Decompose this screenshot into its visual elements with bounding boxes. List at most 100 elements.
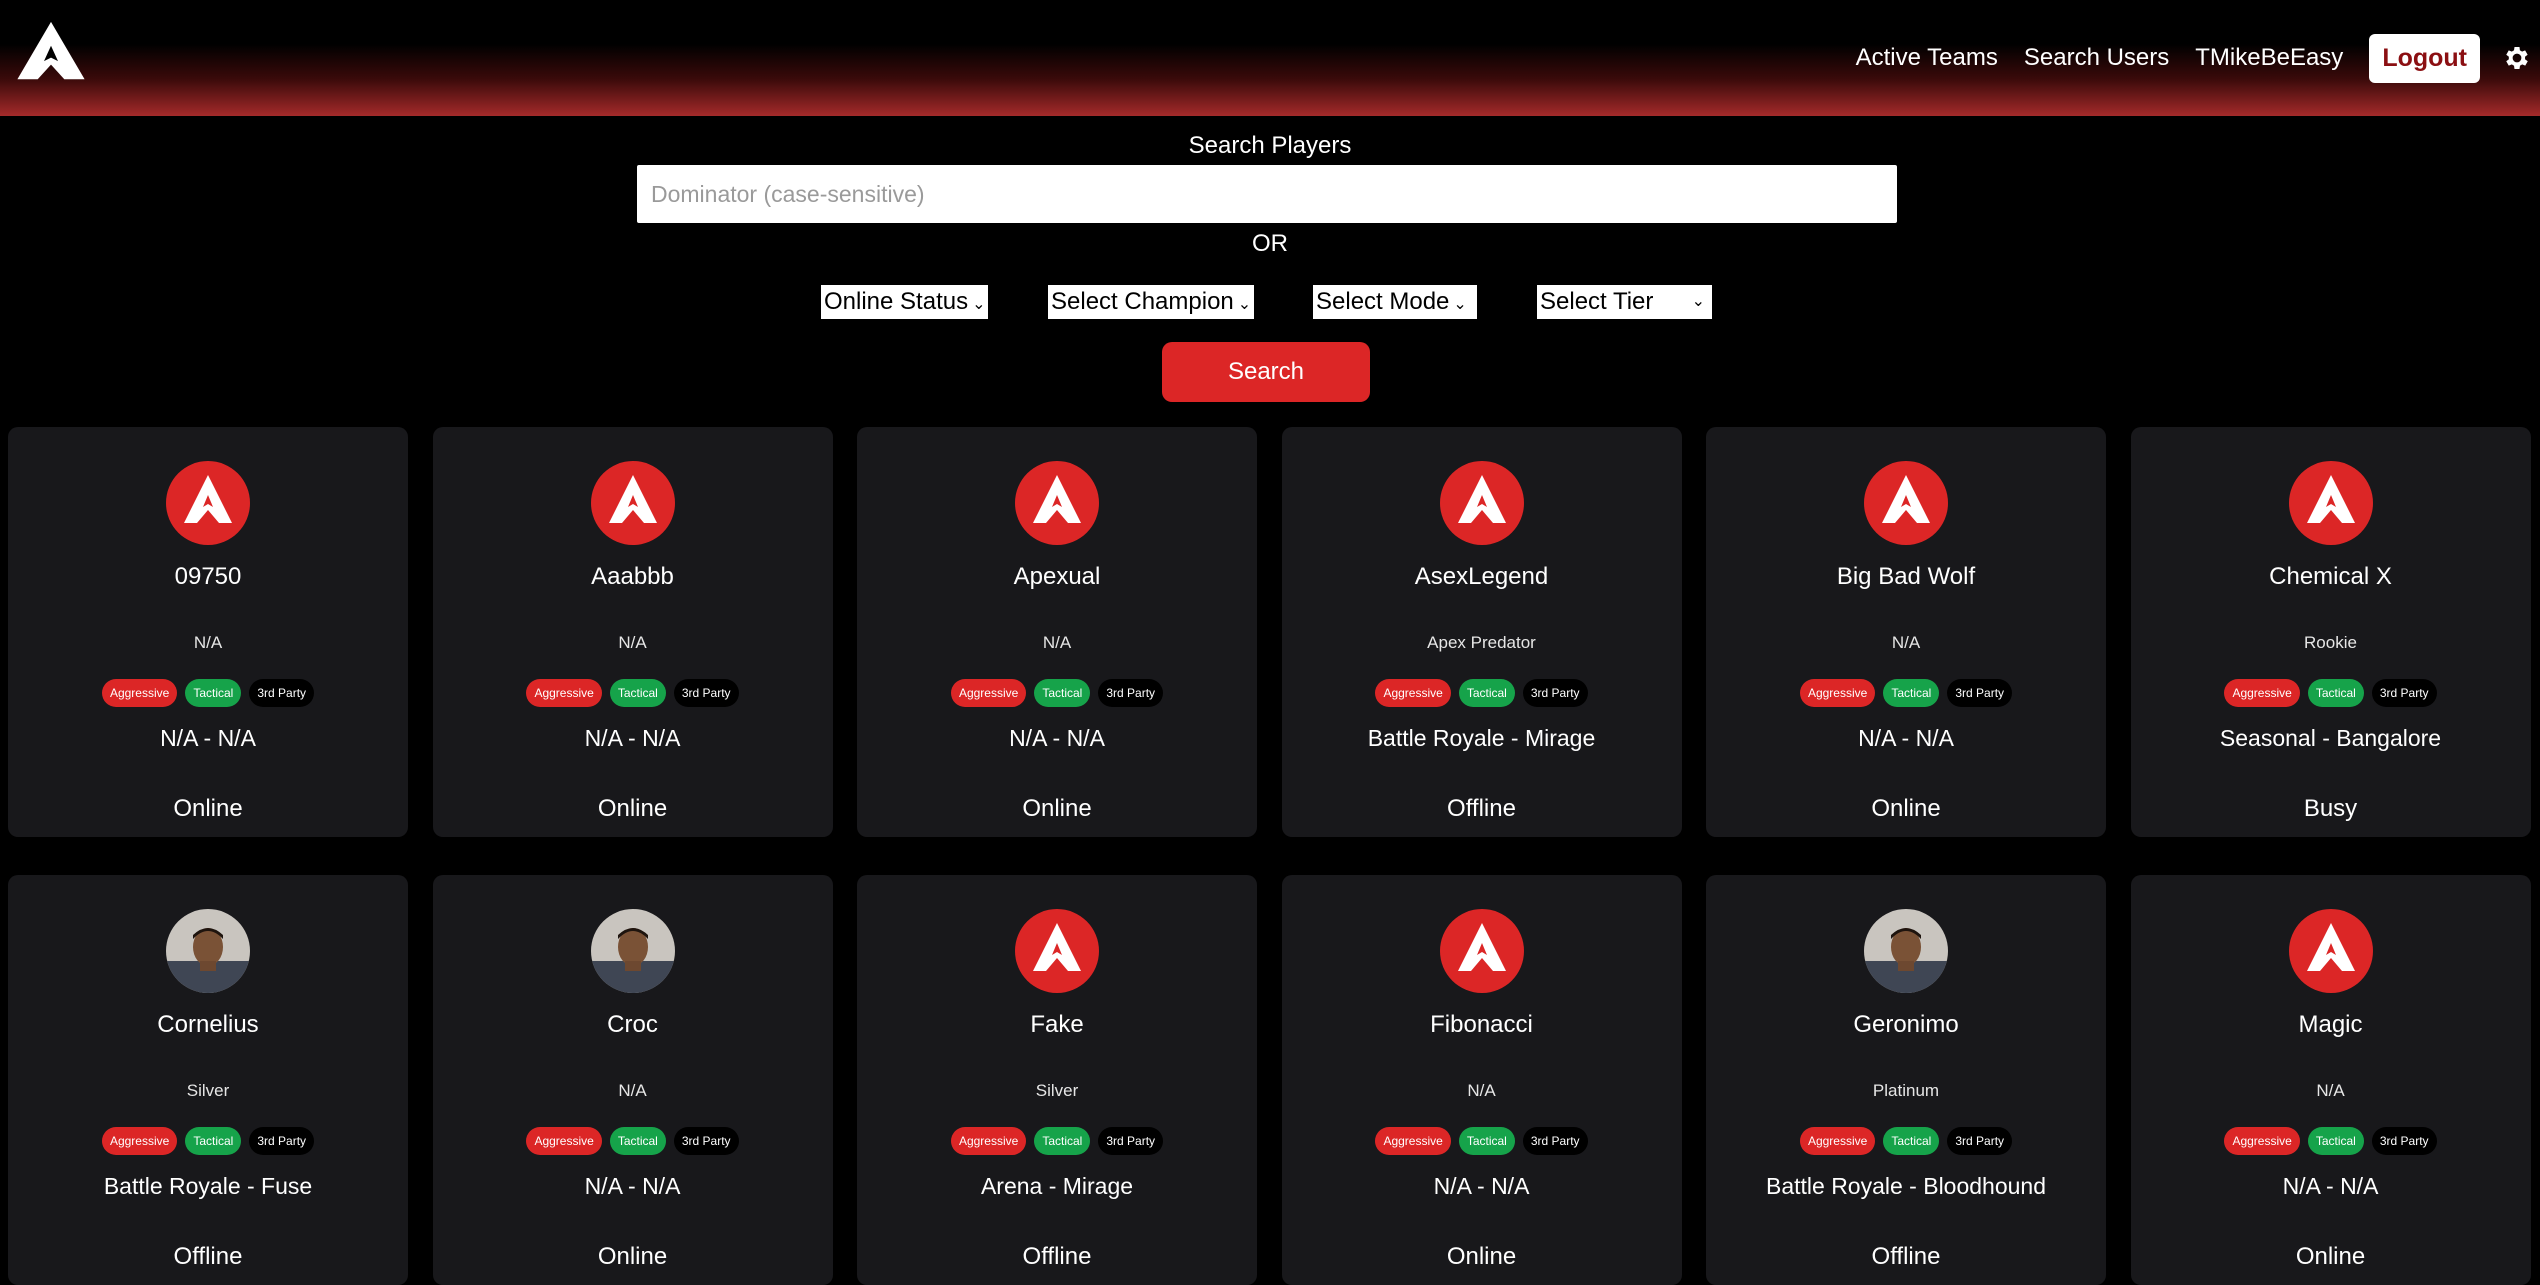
tag-tactical: Tactical bbox=[185, 679, 242, 707]
player-tier: N/A bbox=[1891, 633, 1921, 652]
nav-link-active-teams[interactable]: Active Teams bbox=[1856, 44, 1998, 72]
player-card[interactable]: Croc N/A Aggressive Tactical 3rd Party N/A - … bbox=[432, 875, 833, 1285]
apex-logo-icon bbox=[2288, 909, 2373, 993]
player-card[interactable]: Geronimo Platinum Aggressive Tactical 3rd Pa… bbox=[1706, 875, 2106, 1285]
tag-third-party: 3rd Party bbox=[1947, 679, 2013, 707]
player-status: Online bbox=[1022, 795, 1092, 822]
apex-logo-icon bbox=[1864, 461, 1948, 545]
apex-logo-icon bbox=[166, 461, 250, 545]
tag-third-party: 3rd Party bbox=[249, 679, 315, 707]
champion-select-label: Select Champion bbox=[1051, 288, 1234, 315]
player-card[interactable]: Cornelius Silver Aggressive Tactical 3rd Par… bbox=[8, 875, 408, 1285]
player-card[interactable]: Apexual N/A Aggressive Tactical 3rd Party N/A… bbox=[857, 427, 1257, 837]
gear-icon[interactable] bbox=[2502, 43, 2532, 73]
playstyle-tags: Aggressive Tactical 3rd Party bbox=[2131, 1127, 2531, 1155]
champion-select[interactable]: Select Champion ⌄ bbox=[1048, 285, 1254, 319]
player-status: Offline bbox=[1022, 1243, 1092, 1270]
player-name: Aaabbb bbox=[591, 563, 674, 590]
player-name: Apexual bbox=[1013, 563, 1101, 590]
player-status: Busy bbox=[2303, 795, 2358, 822]
online-status-select[interactable]: Online Status ⌄ bbox=[821, 285, 988, 319]
player-mode-legend: Battle Royale - Mirage bbox=[1367, 725, 1596, 751]
playstyle-tags: Aggressive Tactical 3rd Party bbox=[433, 1127, 833, 1155]
player-tier: Silver bbox=[1035, 1081, 1079, 1100]
tag-tactical: Tactical bbox=[1458, 1127, 1515, 1155]
player-status: Online bbox=[1446, 1243, 1517, 1270]
tag-tactical: Tactical bbox=[1883, 679, 1940, 707]
apex-logo[interactable] bbox=[16, 20, 86, 84]
chevron-down-icon: ⌄ bbox=[1691, 293, 1705, 310]
player-name: Fibonacci bbox=[1430, 1011, 1533, 1038]
tag-aggressive: Aggressive bbox=[1799, 1127, 1876, 1155]
tag-tactical: Tactical bbox=[2307, 1127, 2364, 1155]
player-mode-legend: N/A - N/A bbox=[584, 725, 681, 751]
player-card[interactable]: Aaabbb N/A Aggressive Tactical 3rd Party N/A … bbox=[432, 427, 833, 837]
nav-link-profile[interactable]: TMikeBeEasy bbox=[2195, 44, 2343, 72]
player-card[interactable]: AsexLegend Apex Predator Aggressive Tactica… bbox=[1281, 427, 1682, 837]
player-tier: N/A bbox=[618, 1081, 647, 1100]
nav-link-search-users[interactable]: Search Users bbox=[2024, 44, 2169, 72]
playstyle-tags: Aggressive Tactical 3rd Party bbox=[433, 679, 833, 707]
player-mode-legend: Battle Royale - Bloodhound bbox=[1765, 1173, 2047, 1199]
playstyle-tags: Aggressive Tactical 3rd Party bbox=[8, 679, 408, 707]
player-card[interactable]: Fake Silver Aggressive Tactical 3rd Party Are… bbox=[857, 875, 1257, 1285]
player-name: Chemical X bbox=[2269, 563, 2392, 590]
logout-button[interactable]: Logout bbox=[2369, 33, 2480, 83]
tag-third-party: 3rd Party bbox=[673, 1127, 739, 1155]
mode-select[interactable]: Select Mode ⌄ bbox=[1313, 285, 1477, 319]
player-tier: N/A bbox=[193, 633, 223, 652]
player-mode-legend: N/A - N/A bbox=[2282, 1173, 2379, 1199]
tag-tactical: Tactical bbox=[1883, 1127, 1940, 1155]
tag-tactical: Tactical bbox=[1034, 679, 1091, 707]
player-status: Online bbox=[597, 1243, 668, 1270]
playstyle-tags: Aggressive Tactical 3rd Party bbox=[857, 1127, 1257, 1155]
or-separator: OR bbox=[1252, 230, 1288, 257]
chevron-down-icon: ⌄ bbox=[1237, 296, 1252, 313]
chevron-down-icon: ⌄ bbox=[1453, 296, 1467, 313]
user-avatar bbox=[1864, 909, 1948, 993]
apex-logo-icon bbox=[2288, 461, 2373, 545]
tag-aggressive: Aggressive bbox=[1375, 1127, 1451, 1155]
playstyle-tags: Aggressive Tactical 3rd Party bbox=[857, 679, 1257, 707]
chevron-down-icon: ⌄ bbox=[972, 296, 986, 313]
player-tier: N/A bbox=[1467, 1081, 1496, 1100]
player-name: Cornelius bbox=[157, 1011, 259, 1038]
player-name: Fake bbox=[1030, 1011, 1084, 1038]
tag-tactical: Tactical bbox=[1458, 679, 1515, 707]
player-card[interactable]: Magic N/A Aggressive Tactical 3rd Party N/A -… bbox=[2130, 875, 2531, 1285]
tag-aggressive: Aggressive bbox=[2224, 1127, 2300, 1155]
tag-aggressive: Aggressive bbox=[1799, 679, 1876, 707]
user-avatar bbox=[166, 909, 250, 993]
player-card[interactable]: Fibonacci N/A Aggressive Tactical 3rd Party N… bbox=[1281, 875, 1682, 1285]
tag-tactical: Tactical bbox=[1034, 1127, 1091, 1155]
search-input[interactable] bbox=[637, 165, 1897, 223]
tag-third-party: 3rd Party bbox=[1098, 679, 1164, 707]
tag-aggressive: Aggressive bbox=[101, 1127, 178, 1155]
player-card[interactable]: Chemical X Rookie Aggressive Tactical 3rd Pa… bbox=[2130, 427, 2531, 837]
playstyle-tags: Aggressive Tactical 3rd Party bbox=[1282, 1127, 1682, 1155]
tag-aggressive: Aggressive bbox=[950, 1127, 1027, 1155]
tier-select[interactable]: Select Tier ⌄ bbox=[1537, 285, 1712, 319]
search-button[interactable]: Search bbox=[1162, 342, 1370, 402]
player-card[interactable]: 09750 N/A Aggressive Tactical 3rd Party N/A -… bbox=[8, 427, 408, 837]
player-name: 09750 bbox=[174, 563, 242, 590]
apex-logo-icon bbox=[1439, 461, 1524, 545]
player-tier: Rookie bbox=[2304, 633, 2357, 652]
player-tier: Platinum bbox=[1872, 1081, 1940, 1100]
player-status: Offline bbox=[173, 1243, 243, 1270]
tag-tactical: Tactical bbox=[609, 679, 666, 707]
player-card[interactable]: Big Bad Wolf N/A Aggressive Tactical 3rd Par… bbox=[1706, 427, 2106, 837]
player-mode-legend: N/A - N/A bbox=[1009, 725, 1105, 751]
tier-select-label: Select Tier bbox=[1540, 288, 1654, 315]
apex-logo-icon bbox=[1015, 909, 1099, 993]
top-navbar: Active Teams Search Users TMikeBeEasy Lo… bbox=[0, 0, 2540, 116]
tag-third-party: 3rd Party bbox=[673, 679, 739, 707]
player-name: Geronimo bbox=[1853, 1011, 1959, 1038]
player-status: Online bbox=[597, 795, 668, 822]
playstyle-tags: Aggressive Tactical 3rd Party bbox=[1706, 1127, 2106, 1155]
player-status: Online bbox=[1871, 795, 1941, 822]
player-tier: N/A bbox=[1042, 633, 1072, 652]
player-mode-legend: N/A - N/A bbox=[584, 1173, 681, 1199]
tag-third-party: 3rd Party bbox=[249, 1127, 315, 1155]
player-mode-legend: Arena - Mirage bbox=[980, 1173, 1134, 1199]
